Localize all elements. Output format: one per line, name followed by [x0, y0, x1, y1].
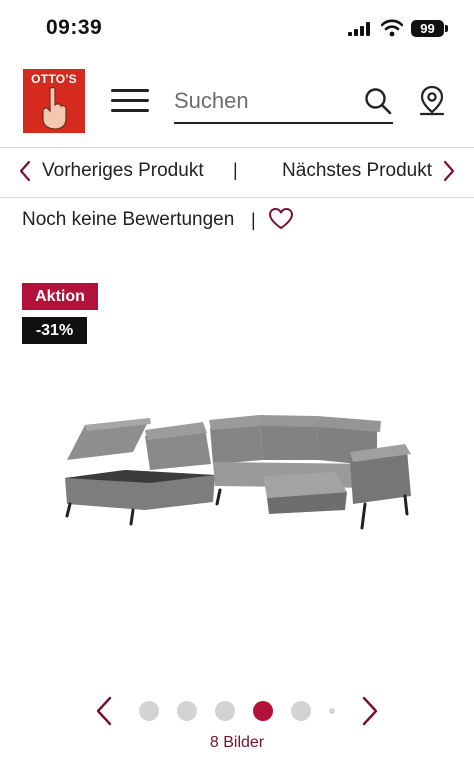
wifi-icon [381, 19, 403, 37]
search-bar [174, 80, 393, 124]
status-time: 09:39 [46, 16, 103, 39]
search-icon[interactable] [364, 87, 392, 115]
heart-icon[interactable] [268, 207, 294, 231]
divider-bottom [0, 197, 474, 198]
hamburger-menu-icon[interactable] [111, 89, 149, 113]
carousel-dot-1[interactable] [139, 701, 159, 721]
battery-tip [445, 25, 448, 32]
image-count-label: 8 Bilder [209, 734, 265, 751]
previous-product-label: Vorheriges Produkt [42, 160, 204, 181]
product-image[interactable] [55, 400, 415, 540]
battery-indicator: 99 [411, 20, 444, 37]
chevron-left-icon [19, 160, 31, 182]
logo-text: OTTO'S [31, 72, 77, 86]
signal-icon [348, 22, 370, 36]
search-input[interactable] [174, 84, 354, 118]
hand-logo-icon [42, 87, 67, 130]
nav-separator: | [233, 160, 238, 180]
otto-logo[interactable]: OTTO'S [23, 69, 85, 133]
carousel-dot-active[interactable] [253, 701, 273, 721]
chevron-right-icon [443, 160, 455, 182]
carousel-dot-5[interactable] [291, 701, 311, 721]
carousel-next-icon[interactable] [358, 695, 382, 727]
location-pin-icon[interactable] [418, 85, 446, 117]
promo-badge: Aktion [22, 283, 98, 310]
previous-product-link[interactable]: Vorheriges Produkt [18, 158, 204, 184]
rating-separator: | [251, 210, 256, 230]
carousel-dot-2[interactable] [177, 701, 197, 721]
divider-top [0, 147, 474, 148]
next-product-link[interactable]: Nächstes Produkt [282, 158, 456, 184]
rating-link[interactable]: Noch keine Bewertungen [22, 209, 234, 231]
carousel-dot-3[interactable] [215, 701, 235, 721]
carousel-prev-icon[interactable] [92, 695, 116, 727]
carousel-dot-more [329, 708, 335, 714]
next-product-label: Nächstes Produkt [282, 160, 432, 181]
discount-badge: -31% [22, 317, 87, 344]
